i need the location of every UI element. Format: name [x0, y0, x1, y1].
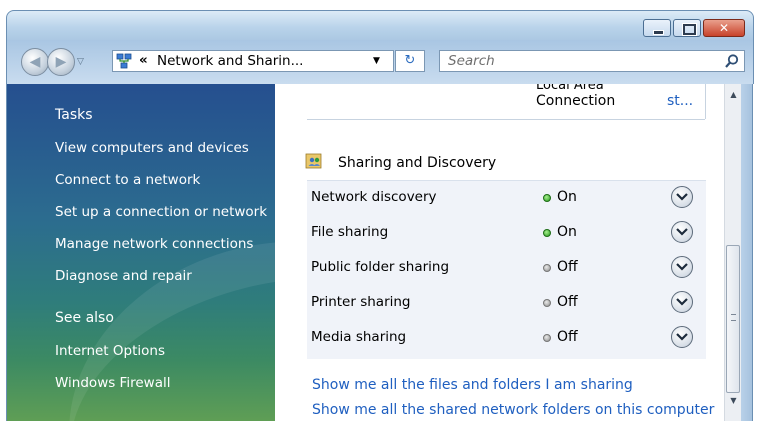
address-dropdown-icon[interactable]: ▼	[373, 51, 380, 71]
divider	[307, 119, 705, 120]
connection-name-partial: Local Area	[536, 84, 604, 93]
grip-icon	[731, 314, 736, 321]
back-button[interactable]: ◀	[21, 48, 49, 76]
sharing-state: On	[557, 224, 577, 240]
sharing-state: Off	[557, 259, 578, 275]
content-pane: Local Area Connection st... Sharing and …	[275, 84, 724, 421]
recent-pages-dropdown[interactable]: ▽	[77, 57, 84, 67]
network-icon	[116, 53, 132, 69]
sharing-row-public-folder: Public folder sharing Off	[307, 256, 706, 294]
status-off-icon	[543, 299, 551, 307]
minimize-button[interactable]	[643, 19, 671, 37]
task-pane: Tasks View computers and devices Connect…	[6, 84, 276, 421]
sharing-icon	[305, 153, 322, 169]
chevron-down-icon	[676, 263, 688, 271]
explorer-window: ✕ ◀ ▶ ▽ « Network and Sharin... ▼ ↻ Sear…	[0, 0, 758, 421]
chevron-down-icon	[676, 193, 688, 201]
close-icon: ✕	[718, 21, 730, 35]
status-off-icon	[543, 334, 551, 342]
vertical-scrollbar[interactable]: ▲ ▼	[724, 84, 742, 421]
sharing-state: Off	[557, 294, 578, 310]
show-shared-folders-link[interactable]: Show me all the shared network folders o…	[312, 402, 714, 418]
expand-button[interactable]	[671, 326, 693, 348]
see-also-heading: See also	[55, 310, 114, 326]
sharing-label: Media sharing	[311, 329, 407, 345]
sharing-label: Public folder sharing	[311, 259, 450, 275]
window-frame-right	[741, 84, 753, 421]
forward-arrow-icon: ▶	[55, 54, 67, 70]
address-bar[interactable]: « Network and Sharin... ▼	[112, 50, 394, 72]
chevron-down-icon	[676, 228, 688, 236]
search-input[interactable]	[448, 51, 718, 71]
sharing-label: Network discovery	[311, 189, 437, 205]
minimize-icon	[653, 30, 664, 35]
task-link-manage-connections[interactable]: Manage network connections	[55, 236, 253, 252]
status-on-icon	[543, 194, 551, 202]
back-arrow-icon: ◀	[29, 54, 41, 70]
sharing-state: Off	[557, 329, 578, 345]
see-also-windows-firewall[interactable]: Windows Firewall	[55, 375, 170, 391]
status-off-icon	[543, 264, 551, 272]
sharing-label: Printer sharing	[311, 294, 411, 310]
task-link-setup-connection[interactable]: Set up a connection or network	[55, 204, 267, 220]
address-chevron[interactable]: «	[139, 50, 148, 70]
sharing-row-printer: Printer sharing Off	[307, 291, 706, 329]
see-also-internet-options[interactable]: Internet Options	[55, 343, 165, 359]
task-link-view-computers[interactable]: View computers and devices	[55, 140, 249, 156]
status-on-icon	[543, 229, 551, 237]
expand-button[interactable]	[671, 291, 693, 313]
expand-button[interactable]	[671, 256, 693, 278]
expand-button[interactable]	[671, 221, 693, 243]
connection-status-link[interactable]: st...	[667, 93, 693, 109]
maximize-icon	[683, 24, 696, 35]
tasks-heading: Tasks	[55, 107, 93, 123]
sharing-state: On	[557, 189, 577, 205]
maximize-button[interactable]	[673, 19, 701, 37]
address-path[interactable]: Network and Sharin...	[157, 51, 303, 71]
show-shared-files-link[interactable]: Show me all the files and folders I am s…	[312, 377, 633, 393]
task-link-connect-network[interactable]: Connect to a network	[55, 172, 200, 188]
chevron-down-icon	[676, 333, 688, 341]
connection-label: Connection	[536, 93, 616, 109]
refresh-button[interactable]: ↻	[395, 50, 425, 72]
navigation-bar: ◀ ▶ ▽ « Network and Sharin... ▼ ↻	[6, 40, 754, 84]
expand-button[interactable]	[671, 186, 693, 208]
chevron-down-icon	[676, 298, 688, 306]
search-box[interactable]	[439, 50, 745, 72]
sharing-row-media: Media sharing Off	[307, 326, 706, 364]
divider	[705, 84, 706, 119]
caption-buttons: ✕	[643, 19, 745, 37]
scroll-down-icon[interactable]: ▼	[725, 392, 742, 409]
section-title: Sharing and Discovery	[338, 155, 497, 171]
sharing-label: File sharing	[311, 224, 389, 240]
forward-button[interactable]: ▶	[47, 48, 75, 76]
search-icon[interactable]	[724, 53, 740, 69]
refresh-icon: ↻	[404, 53, 416, 68]
sharing-table: Network discovery On File sharing On Pub…	[307, 180, 706, 359]
close-button[interactable]: ✕	[703, 19, 745, 37]
scrollbar-thumb[interactable]	[726, 245, 740, 393]
sharing-row-file-sharing: File sharing On	[307, 221, 706, 259]
sharing-row-network-discovery: Network discovery On	[307, 186, 706, 224]
title-bar[interactable]: ✕	[6, 10, 754, 41]
scroll-up-icon[interactable]: ▲	[725, 86, 742, 103]
task-link-diagnose-repair[interactable]: Diagnose and repair	[55, 268, 192, 284]
